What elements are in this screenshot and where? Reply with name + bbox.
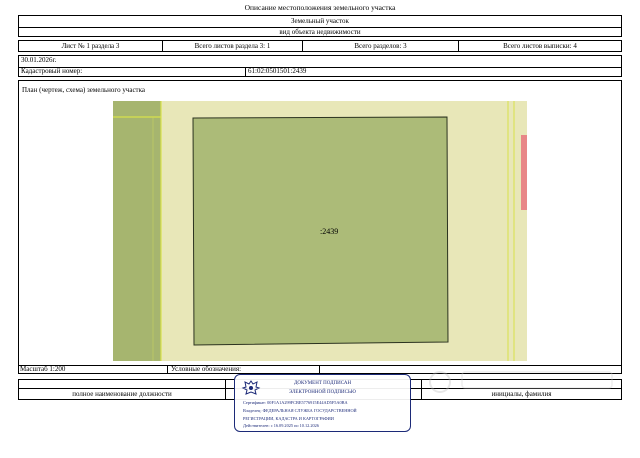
document-title: Описание местоположения земельного участ… (244, 3, 396, 12)
cadastral-info: 30.01.2026г. Кадастровый номер: 61:02:05… (18, 55, 622, 77)
legend-label: Условные обозначения: (171, 365, 320, 374)
stamp-title: ДОКУМЕНТ ПОДПИСАН (293, 381, 352, 386)
watermark (418, 364, 618, 398)
highlight-strip (521, 135, 527, 210)
plan-label: План (чертеж, схема) земельного участка (22, 86, 146, 94)
sheets-in-extract: Всего листов выписки: 4 (503, 41, 577, 50)
stamp-owner-line1: Владелец: ФЕДЕРАЛЬНАЯ СЛУЖБА ГОСУДАРСТВЕ… (243, 408, 357, 413)
sections-total: Всего разделов: 3 (303, 41, 459, 51)
position-label: полное наименование должности (19, 389, 226, 399)
electronic-signature-stamp: ДОКУМЕНТ ПОДПИСАН ЭЛЕКТРОННОЙ ПОДПИСЬЮ С… (234, 374, 411, 432)
object-type-box: Земельный участок вид объекта недвижимос… (18, 15, 622, 37)
sheet-info-row: Лист № 1 раздела 3 Всего листов раздела … (18, 40, 622, 52)
neighbor-parcel-west (113, 101, 161, 361)
stamp-validity: Действителен: с 16.09.2025 по 10.12.2026 (243, 423, 319, 428)
document-date: 30.01.2026г. (19, 56, 621, 68)
stamp-owner-line2: РЕГИСТРАЦИИ, КАДАСТРА И КАРТОГРАФИИ (243, 416, 334, 421)
sheets-in-section: Всего листов раздела 3: 1 (163, 41, 303, 51)
stamp-subtitle: ЭЛЕКТРОННОЙ ПОДПИСЬЮ (289, 390, 356, 395)
sheet-number: Лист № 1 раздела 3 (19, 41, 163, 51)
map-scale: Масштаб 1:200 (20, 365, 168, 374)
object-type-caption: вид объекта недвижимости (279, 27, 361, 36)
cadastral-map: :2439 (113, 101, 527, 361)
stamp-certificate: Сертификат: 00F1A1A299FCBE5776915E44AD5F… (243, 400, 348, 405)
parcel-label: :2439 (320, 227, 339, 236)
cadastral-number-value: 61:02:0501501:2439 (245, 67, 306, 76)
cadastral-number-label: Кадастровый номер: (21, 67, 83, 75)
